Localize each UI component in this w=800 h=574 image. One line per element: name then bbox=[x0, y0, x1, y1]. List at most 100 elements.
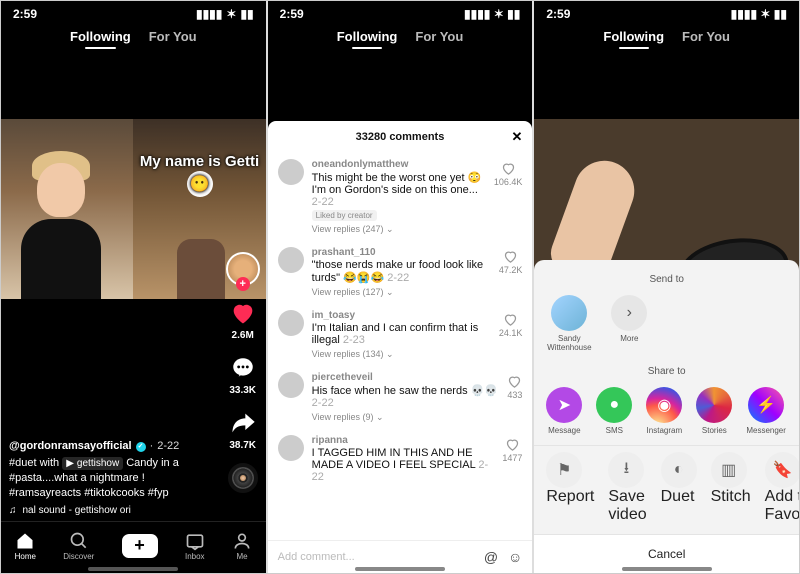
comment-row[interactable]: ripannaI TAGGED HIM IN THIS AND HE MADE … bbox=[278, 429, 523, 489]
phone-feed: 2:59 ▮▮▮▮ ✶ ▮▮ Following For You My name… bbox=[1, 1, 266, 573]
status-bar: 2:59 ▮▮▮▮ ✶ ▮▮ bbox=[534, 1, 799, 23]
emoji-icon[interactable]: ☺ bbox=[508, 549, 522, 565]
send-to-title: Send to bbox=[534, 270, 799, 289]
nav-inbox[interactable]: Inbox bbox=[185, 531, 205, 561]
action-stitch[interactable]: ▥Stitch bbox=[711, 452, 751, 524]
status-icons: ▮▮▮▮ ✶ ▮▮ bbox=[464, 7, 520, 21]
nav-me[interactable]: Me bbox=[232, 531, 252, 561]
view-replies[interactable]: View replies (134) ⌄ bbox=[312, 349, 491, 360]
tab-following[interactable]: Following bbox=[603, 29, 664, 44]
mention-icon[interactable]: @ bbox=[484, 549, 498, 565]
comment-avatar[interactable] bbox=[278, 435, 304, 461]
share-button[interactable]: 38.7K bbox=[228, 408, 258, 451]
comment-like-count: 1477 bbox=[502, 453, 522, 463]
comment-input[interactable]: Add comment... bbox=[278, 551, 476, 563]
comment-row[interactable]: oneandonlymatthewThis might be the worst… bbox=[278, 153, 523, 241]
comment-avatar[interactable] bbox=[278, 310, 304, 336]
comments-count-title: 33280 comments bbox=[356, 131, 445, 143]
comment-username[interactable]: im_toasy bbox=[312, 310, 491, 321]
sound-row[interactable]: ♫ nal sound - gettishow ori bbox=[9, 504, 210, 518]
share-stories[interactable]: Stories bbox=[696, 387, 732, 435]
duet-icon: ◐ bbox=[661, 452, 697, 488]
instagram-icon: ◉ bbox=[646, 387, 682, 423]
action-save[interactable]: ⭳Save video bbox=[608, 452, 646, 524]
stitch-icon: ▥ bbox=[711, 452, 747, 488]
comment-like-button[interactable]: 433 bbox=[507, 372, 522, 423]
comment-username[interactable]: oneandonlymatthew bbox=[312, 159, 486, 170]
comment-row[interactable]: prashant_110"those nerds make ur food lo… bbox=[278, 241, 523, 304]
nav-home[interactable]: Home bbox=[15, 531, 36, 561]
comment-like-button[interactable]: 106.4K bbox=[494, 159, 523, 235]
close-icon[interactable]: ✕ bbox=[511, 129, 522, 145]
action-duet[interactable]: ◐Duet bbox=[661, 452, 697, 524]
flag-icon: ⚑ bbox=[546, 452, 582, 488]
chevron-right-icon: › bbox=[611, 295, 647, 331]
comment-count: 33.3K bbox=[229, 385, 256, 396]
creator-avatar[interactable]: + bbox=[226, 252, 260, 286]
sms-icon: ● bbox=[596, 387, 632, 423]
comment-username[interactable]: ripanna bbox=[312, 435, 495, 446]
view-replies[interactable]: View replies (9) ⌄ bbox=[312, 412, 500, 423]
comment-like-button[interactable]: 24.1K bbox=[499, 310, 523, 360]
share-sms[interactable]: ●SMS bbox=[596, 387, 632, 435]
comment-avatar[interactable] bbox=[278, 247, 304, 273]
username-row[interactable]: @gordonramsayofficial ✓ · 2-22 bbox=[9, 439, 210, 454]
nav-discover[interactable]: Discover bbox=[63, 531, 94, 561]
tab-following[interactable]: Following bbox=[337, 29, 398, 44]
like-button[interactable]: 2.6M bbox=[228, 298, 258, 341]
status-time: 2:59 bbox=[546, 7, 570, 21]
phone-share: 2:59 ▮▮▮▮ ✶ ▮▮ Following For You Send to… bbox=[534, 1, 799, 573]
liked-by-creator-chip: Liked by creator bbox=[312, 210, 377, 221]
share-to-row[interactable]: ➤Message ●SMS ◉Instagram Stories ⚡Messen… bbox=[534, 381, 799, 445]
share-message[interactable]: ➤Message bbox=[546, 387, 582, 435]
home-indicator bbox=[88, 567, 178, 571]
duet-tag-chip[interactable]: ▶ gettishow bbox=[62, 457, 123, 471]
comment-row[interactable]: im_toasyI'm Italian and I can confirm th… bbox=[278, 304, 523, 366]
comment-username[interactable]: prashant_110 bbox=[312, 247, 491, 258]
home-indicator bbox=[622, 567, 712, 571]
comments-button[interactable]: 33.3K bbox=[228, 353, 258, 396]
status-time: 2:59 bbox=[280, 7, 304, 21]
tab-following[interactable]: Following bbox=[70, 29, 131, 44]
send-target-user[interactable]: Sandy Wittenhouse bbox=[546, 295, 592, 352]
messenger-icon: ⚡ bbox=[748, 387, 784, 423]
follow-plus-icon[interactable]: + bbox=[236, 277, 250, 291]
comment-like-button[interactable]: 1477 bbox=[502, 435, 522, 483]
send-icon: ➤ bbox=[546, 387, 582, 423]
signal-icon: ▮▮▮▮ bbox=[196, 7, 222, 21]
overlay-label: My name is Getti bbox=[140, 153, 259, 170]
create-icon: + bbox=[122, 534, 158, 558]
post-date: 2-22 bbox=[157, 439, 179, 454]
share-instagram[interactable]: ◉Instagram bbox=[646, 387, 682, 435]
comment-avatar[interactable] bbox=[278, 372, 304, 398]
music-note-icon: ♫ bbox=[9, 504, 17, 518]
sound-disc[interactable] bbox=[228, 463, 258, 493]
video-area[interactable]: My name is Getti 😶 + 2.6M 33.3K 38.7K bbox=[1, 54, 266, 573]
comment-avatar[interactable] bbox=[278, 159, 304, 185]
comment-username[interactable]: piercetheveil bbox=[312, 372, 500, 383]
actions-row[interactable]: ⚑Report ⭳Save video ◐Duet ▥Stitch 🔖Add t… bbox=[534, 445, 799, 534]
verified-icon: ✓ bbox=[136, 442, 146, 452]
send-to-row[interactable]: Sandy Wittenhouse › More bbox=[534, 289, 799, 362]
bottom-nav: Home Discover + Inbox Me bbox=[1, 521, 266, 573]
action-favorite[interactable]: 🔖Add to Favorites bbox=[765, 452, 799, 524]
comment-row[interactable]: piercetheveilHis face when he saw the ne… bbox=[278, 366, 523, 429]
nav-create[interactable]: + bbox=[122, 534, 158, 558]
share-messenger[interactable]: ⚡Messenger bbox=[746, 387, 786, 435]
comments-list[interactable]: oneandonlymatthewThis might be the worst… bbox=[268, 153, 533, 540]
comment-like-count: 47.2K bbox=[499, 265, 523, 275]
comment-text: I TAGGED HIM IN THIS AND HE MADE A VIDEO… bbox=[312, 447, 495, 483]
share-sheet: Send to Sandy Wittenhouse › More Share t… bbox=[534, 260, 799, 573]
comment-text: His face when he saw the nerds 💀💀 2-22 bbox=[312, 384, 500, 409]
action-rail: + 2.6M 33.3K 38.7K bbox=[226, 252, 260, 493]
comment-like-button[interactable]: 47.2K bbox=[499, 247, 523, 298]
top-tabs: Following For You bbox=[534, 23, 799, 54]
tab-foryou[interactable]: For You bbox=[682, 29, 730, 44]
view-replies[interactable]: View replies (247) ⌄ bbox=[312, 224, 486, 235]
action-report[interactable]: ⚑Report bbox=[546, 452, 594, 524]
view-replies[interactable]: View replies (127) ⌄ bbox=[312, 287, 491, 298]
three-phone-layout: 2:59 ▮▮▮▮ ✶ ▮▮ Following For You My name… bbox=[0, 0, 800, 574]
tab-foryou[interactable]: For You bbox=[415, 29, 463, 44]
send-target-more[interactable]: › More bbox=[606, 295, 652, 352]
tab-foryou[interactable]: For You bbox=[149, 29, 197, 44]
